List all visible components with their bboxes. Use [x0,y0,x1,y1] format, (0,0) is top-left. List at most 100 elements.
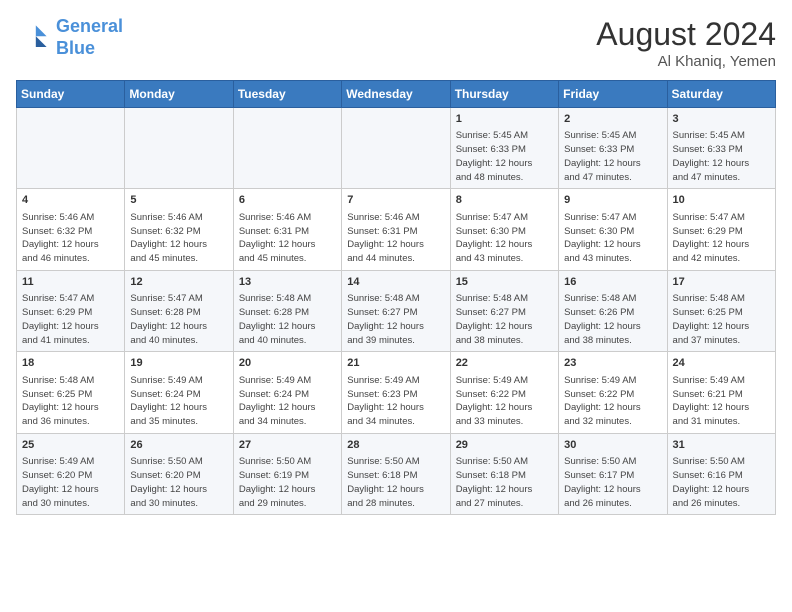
calendar-cell: 27 Sunrise: 5:50 AM Sunset: 6:19 PM Dayli… [233,433,341,514]
day-info: Sunrise: 5:49 AM Sunset: 6:24 PM Dayligh… [239,374,336,429]
weekday-header-row: SundayMondayTuesdayWednesdayThursdayFrid… [17,81,776,108]
calendar-cell: 20 Sunrise: 5:49 AM Sunset: 6:24 PM Dayli… [233,352,341,433]
day-info: Sunrise: 5:46 AM Sunset: 6:31 PM Dayligh… [347,211,444,266]
calendar-cell: 17 Sunrise: 5:48 AM Sunset: 6:25 PM Dayli… [667,270,775,351]
day-info: Sunrise: 5:45 AM Sunset: 6:33 PM Dayligh… [564,129,661,184]
weekday-header-sunday: Sunday [17,81,125,108]
day-info: Sunrise: 5:49 AM Sunset: 6:20 PM Dayligh… [22,455,119,510]
calendar-cell: 28Sunrise: 5:50 AM Sunset: 6:18 PM Dayli… [342,433,450,514]
calendar-cell: 19 Sunrise: 5:49 AM Sunset: 6:24 PM Dayli… [125,352,233,433]
calendar-cell: 22 Sunrise: 5:49 AM Sunset: 6:22 PM Dayli… [450,352,558,433]
calendar-cell: 8 Sunrise: 5:47 AM Sunset: 6:30 PM Daylig… [450,189,558,270]
day-number: 15 [456,275,553,290]
day-info: Sunrise: 5:49 AM Sunset: 6:21 PM Dayligh… [673,374,770,429]
day-info: Sunrise: 5:48 AM Sunset: 6:25 PM Dayligh… [673,292,770,347]
day-number: 2 [564,112,661,127]
logo-text: General Blue [56,16,123,59]
calendar-cell: 14 Sunrise: 5:48 AM Sunset: 6:27 PM Dayli… [342,270,450,351]
day-number: 10 [673,193,770,208]
calendar-cell: 23 Sunrise: 5:49 AM Sunset: 6:22 PM Dayli… [559,352,667,433]
day-number: 3 [673,112,770,127]
day-number: 9 [564,193,661,208]
calendar-cell: 26 Sunrise: 5:50 AM Sunset: 6:20 PM Dayli… [125,433,233,514]
day-info: Sunrise: 5:49 AM Sunset: 6:23 PM Dayligh… [347,374,444,429]
weekday-header-monday: Monday [125,81,233,108]
day-number: 11 [22,275,119,290]
day-number: 30 [564,438,661,453]
calendar-cell: 12 Sunrise: 5:47 AM Sunset: 6:28 PM Dayli… [125,270,233,351]
day-info: Sunrise: 5:50 AM Sunset: 6:17 PM Dayligh… [564,455,661,510]
day-number: 7 [347,193,444,208]
day-number: 24 [673,356,770,371]
calendar-cell: 4 Sunrise: 5:46 AM Sunset: 6:32 PM Daylig… [17,189,125,270]
day-number: 4 [22,193,119,208]
month-title: August 2024 [596,16,776,53]
day-info: Sunrise: 5:47 AM Sunset: 6:30 PM Dayligh… [456,211,553,266]
day-info: Sunrise: 5:50 AM Sunset: 6:19 PM Dayligh… [239,455,336,510]
calendar-cell [17,108,125,189]
title-block: August 2024 Al Khaniq, Yemen [596,16,776,70]
logo-blue: Blue [56,38,95,58]
week-row-4: 18Sunrise: 5:48 AM Sunset: 6:25 PM Dayli… [17,352,776,433]
weekday-header-saturday: Saturday [667,81,775,108]
day-info: Sunrise: 5:46 AM Sunset: 6:32 PM Dayligh… [22,211,119,266]
day-number: 22 [456,356,553,371]
day-info: Sunrise: 5:50 AM Sunset: 6:16 PM Dayligh… [673,455,770,510]
calendar-cell: 3 Sunrise: 5:45 AM Sunset: 6:33 PM Daylig… [667,108,775,189]
day-info: Sunrise: 5:50 AM Sunset: 6:18 PM Dayligh… [456,455,553,510]
calendar-cell: 1 Sunrise: 5:45 AM Sunset: 6:33 PM Daylig… [450,108,558,189]
day-info: Sunrise: 5:48 AM Sunset: 6:27 PM Dayligh… [456,292,553,347]
day-number: 29 [456,438,553,453]
day-number: 20 [239,356,336,371]
weekday-header-thursday: Thursday [450,81,558,108]
calendar-cell: 24 Sunrise: 5:49 AM Sunset: 6:21 PM Dayli… [667,352,775,433]
calendar-cell: 11Sunrise: 5:47 AM Sunset: 6:29 PM Dayli… [17,270,125,351]
day-number: 27 [239,438,336,453]
calendar-cell: 2 Sunrise: 5:45 AM Sunset: 6:33 PM Daylig… [559,108,667,189]
calendar-cell: 6 Sunrise: 5:46 AM Sunset: 6:31 PM Daylig… [233,189,341,270]
day-number: 18 [22,356,119,371]
calendar-cell: 29 Sunrise: 5:50 AM Sunset: 6:18 PM Dayli… [450,433,558,514]
calendar-cell: 16Sunrise: 5:48 AM Sunset: 6:26 PM Dayli… [559,270,667,351]
day-number: 19 [130,356,227,371]
calendar-cell: 10 Sunrise: 5:47 AM Sunset: 6:29 PM Dayli… [667,189,775,270]
day-number: 16 [564,275,661,290]
day-info: Sunrise: 5:47 AM Sunset: 6:28 PM Dayligh… [130,292,227,347]
day-number: 13 [239,275,336,290]
day-number: 8 [456,193,553,208]
day-number: 23 [564,356,661,371]
day-number: 12 [130,275,227,290]
day-number: 14 [347,275,444,290]
day-info: Sunrise: 5:49 AM Sunset: 6:22 PM Dayligh… [564,374,661,429]
calendar-cell: 7 Sunrise: 5:46 AM Sunset: 6:31 PM Daylig… [342,189,450,270]
day-number: 6 [239,193,336,208]
day-info: Sunrise: 5:47 AM Sunset: 6:30 PM Dayligh… [564,211,661,266]
day-info: Sunrise: 5:47 AM Sunset: 6:29 PM Dayligh… [673,211,770,266]
day-info: Sunrise: 5:50 AM Sunset: 6:20 PM Dayligh… [130,455,227,510]
day-info: Sunrise: 5:48 AM Sunset: 6:28 PM Dayligh… [239,292,336,347]
week-row-2: 4 Sunrise: 5:46 AM Sunset: 6:32 PM Daylig… [17,189,776,270]
logo: General Blue [16,16,123,59]
day-info: Sunrise: 5:45 AM Sunset: 6:33 PM Dayligh… [673,129,770,184]
calendar-cell: 9 Sunrise: 5:47 AM Sunset: 6:30 PM Daylig… [559,189,667,270]
calendar-table: SundayMondayTuesdayWednesdayThursdayFrid… [16,80,776,515]
day-number: 1 [456,112,553,127]
day-info: Sunrise: 5:46 AM Sunset: 6:31 PM Dayligh… [239,211,336,266]
day-number: 21 [347,356,444,371]
location-label: Al Khaniq, Yemen [596,53,776,70]
calendar-cell: 31 Sunrise: 5:50 AM Sunset: 6:16 PM Dayli… [667,433,775,514]
day-info: Sunrise: 5:49 AM Sunset: 6:24 PM Dayligh… [130,374,227,429]
calendar-cell [233,108,341,189]
day-number: 26 [130,438,227,453]
day-info: Sunrise: 5:49 AM Sunset: 6:22 PM Dayligh… [456,374,553,429]
day-number: 17 [673,275,770,290]
day-number: 31 [673,438,770,453]
page-header: General Blue August 2024 Al Khaniq, Yeme… [16,16,776,70]
weekday-header-tuesday: Tuesday [233,81,341,108]
day-info: Sunrise: 5:45 AM Sunset: 6:33 PM Dayligh… [456,129,553,184]
calendar-cell: 30 Sunrise: 5:50 AM Sunset: 6:17 PM Dayli… [559,433,667,514]
day-info: Sunrise: 5:46 AM Sunset: 6:32 PM Dayligh… [130,211,227,266]
calendar-cell: 25Sunrise: 5:49 AM Sunset: 6:20 PM Dayli… [17,433,125,514]
week-row-3: 11Sunrise: 5:47 AM Sunset: 6:29 PM Dayli… [17,270,776,351]
day-info: Sunrise: 5:48 AM Sunset: 6:27 PM Dayligh… [347,292,444,347]
